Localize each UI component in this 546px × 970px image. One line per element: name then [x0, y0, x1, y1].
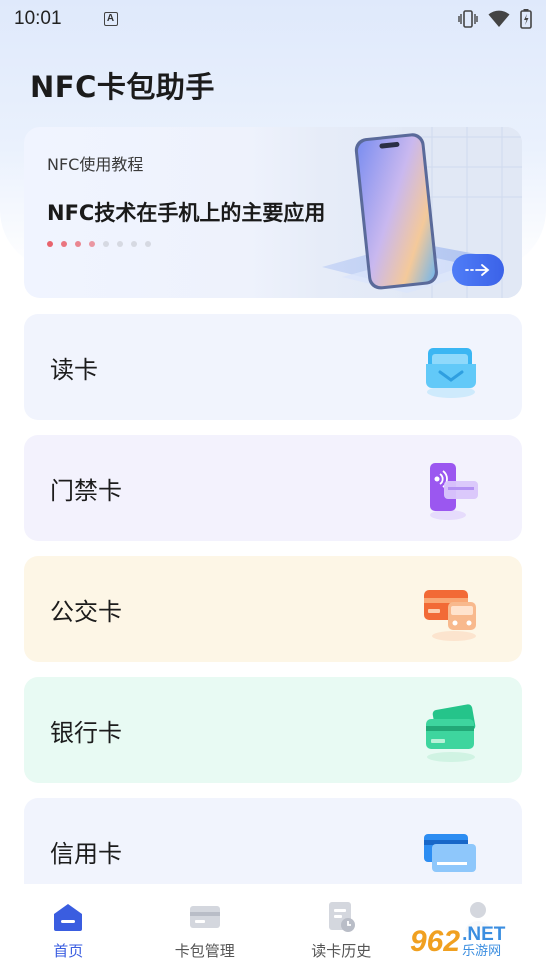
battery-icon	[520, 9, 532, 29]
bank-card-icon	[426, 704, 476, 762]
card-label: 门禁卡	[50, 476, 122, 505]
watermark-site: 乐游网	[462, 943, 502, 959]
site-watermark: 962 .NET 乐游网	[404, 918, 542, 966]
credit-card-icon	[424, 834, 476, 872]
banner-arrow-button[interactable]	[452, 254, 504, 286]
wifi-icon	[488, 10, 510, 27]
notification-icon: A	[103, 12, 118, 26]
card-label: 读卡	[50, 355, 98, 384]
banner-title: NFC技术在手机上的主要应用	[47, 201, 326, 225]
watermark-number: 962	[410, 925, 461, 958]
page-dot[interactable]	[117, 241, 123, 247]
tab-home[interactable]: 首页	[0, 884, 137, 970]
home-icon	[51, 900, 85, 934]
page-dot[interactable]	[75, 241, 81, 247]
page-dot[interactable]	[89, 241, 95, 247]
page-dot[interactable]	[145, 241, 151, 247]
card-label: 信用卡	[50, 839, 122, 868]
access-card-icon	[430, 463, 478, 520]
card-reader-icon	[426, 348, 476, 398]
banner-subtitle: NFC使用教程	[47, 155, 144, 174]
wallet-icon	[188, 900, 222, 934]
status-time: 10:01	[14, 8, 62, 29]
tab-history[interactable]: 读卡历史	[273, 884, 410, 970]
page-dot[interactable]	[47, 241, 53, 247]
tab-label: 读卡历史	[311, 942, 372, 960]
tab-label: 卡包管理	[174, 942, 235, 960]
vibrate-icon	[458, 10, 478, 28]
bus-card-icon	[424, 590, 476, 641]
tutorial-banner[interactable]: NFC使用教程 NFC技术在手机上的主要应用	[24, 127, 522, 298]
tab-label: 首页	[53, 942, 84, 960]
page-dot[interactable]	[131, 241, 137, 247]
card-read[interactable]: 读卡	[24, 314, 522, 420]
card-access[interactable]: 门禁卡	[24, 435, 522, 541]
banner-page-indicator	[47, 241, 151, 247]
watermark-net: .NET	[462, 923, 506, 945]
arrow-right-icon	[465, 264, 490, 276]
page-dot[interactable]	[103, 241, 109, 247]
tab-wallet[interactable]: 卡包管理	[137, 884, 274, 970]
page-dot[interactable]	[61, 241, 67, 247]
app-title: NFC卡包助手	[30, 70, 215, 104]
card-label: 银行卡	[50, 718, 122, 747]
card-bus[interactable]: 公交卡	[24, 556, 522, 662]
status-bar: 10:01 A	[0, 0, 546, 38]
history-icon	[324, 900, 358, 934]
card-bank[interactable]: 银行卡	[24, 677, 522, 783]
card-label: 公交卡	[50, 597, 122, 626]
status-icons	[458, 9, 532, 29]
